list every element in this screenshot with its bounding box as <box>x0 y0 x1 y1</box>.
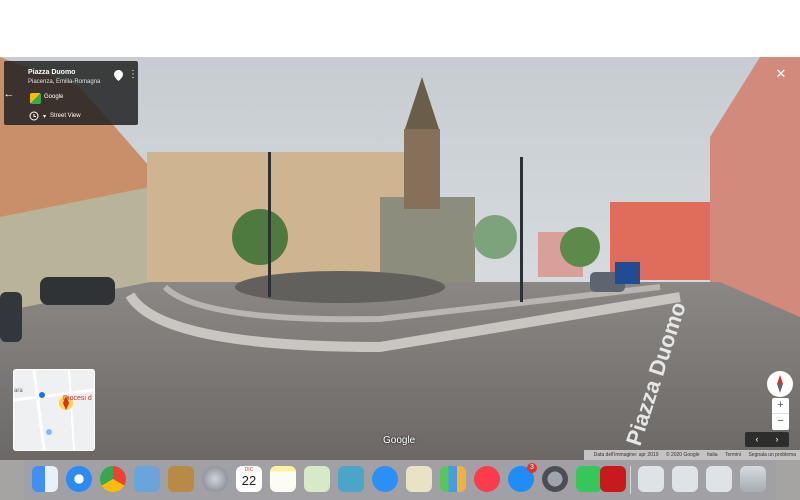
compass[interactable] <box>767 371 793 397</box>
music-icon[interactable] <box>474 466 500 492</box>
app-store-badge: 3 <box>527 463 537 473</box>
notes-icon[interactable] <box>270 466 296 492</box>
calendar-icon[interactable]: DIC 22 <box>236 466 262 492</box>
minimap[interactable]: ara Diocesi d <box>13 369 95 451</box>
screen-1-icon[interactable] <box>638 466 664 492</box>
street-view-viewer[interactable]: Piazza Duomo ← Piazza Duomo Piacenza, Em… <box>0 57 800 460</box>
texts-icon[interactable] <box>406 466 432 492</box>
more-options-icon[interactable]: ⋮ <box>128 69 138 81</box>
location-title[interactable]: Piazza Duomo <box>28 69 75 76</box>
finder-icon[interactable] <box>32 466 58 492</box>
safari-icon[interactable] <box>66 466 92 492</box>
minimap-place-label: Diocesi d <box>63 395 92 402</box>
attribution-bar: Data dell'immagine: apr 2019 © 2020 Goog… <box>583 450 800 460</box>
terms-link[interactable]: Termini <box>725 452 741 458</box>
minimap-roads <box>14 370 94 450</box>
dock: DIC 22 3 <box>24 460 776 500</box>
zoom-in-button[interactable]: + <box>772 398 789 414</box>
copyright: © 2020 Google <box>665 452 700 458</box>
map-pin-icon[interactable] <box>114 70 123 81</box>
google-logo-icon <box>30 93 41 104</box>
time-travel-clock-icon[interactable] <box>29 111 39 121</box>
navigation-arrows: ‹ › <box>745 432 789 447</box>
next-arrow-button[interactable]: › <box>767 432 787 447</box>
google-watermark: Google <box>383 435 416 446</box>
zoom-out-button[interactable]: − <box>772 414 789 429</box>
facetime-icon[interactable] <box>576 466 602 492</box>
system-preferences-icon[interactable] <box>542 466 568 492</box>
street-view-label: Street View <box>50 113 81 119</box>
app-store-icon[interactable]: 3 <box>508 463 537 492</box>
chrome-icon[interactable] <box>100 466 126 492</box>
messages-icon[interactable] <box>372 466 398 492</box>
minimap-left-label: ara <box>14 388 23 394</box>
zoom-control: + − <box>772 398 789 430</box>
acrobat-icon[interactable] <box>600 466 626 492</box>
back-arrow-icon[interactable]: ← <box>2 87 16 101</box>
photos-app-icon[interactable] <box>304 466 330 492</box>
imagery-date: Data dell'immagine: apr 2019 <box>593 452 659 458</box>
photos-icon[interactable] <box>338 466 364 492</box>
previous-arrow-button[interactable]: ‹ <box>747 432 767 447</box>
chevron-down-icon[interactable]: ▾ <box>43 113 46 120</box>
screen-3-icon[interactable] <box>706 466 732 492</box>
numbers-icon[interactable] <box>440 466 466 492</box>
launchpad-icon[interactable] <box>202 466 228 492</box>
preview-icon[interactable] <box>134 466 160 492</box>
screen-2-icon[interactable] <box>672 466 698 492</box>
brand-label: Google <box>44 94 64 100</box>
notefile-icon[interactable] <box>168 466 194 492</box>
compass-icon <box>777 375 783 393</box>
close-icon[interactable]: ✕ <box>774 67 788 81</box>
calendar-day: 22 <box>241 473 257 488</box>
dock-divider <box>630 466 631 494</box>
location-subtitle: Piacenza, Emilia-Romagna <box>28 79 101 85</box>
report-problem-link[interactable]: Segnala un problema <box>748 452 796 458</box>
location-card: ← Piazza Duomo Piacenza, Emilia-Romagna … <box>4 61 138 125</box>
country-link[interactable]: Italia <box>707 452 718 458</box>
trash-icon[interactable] <box>740 466 766 492</box>
